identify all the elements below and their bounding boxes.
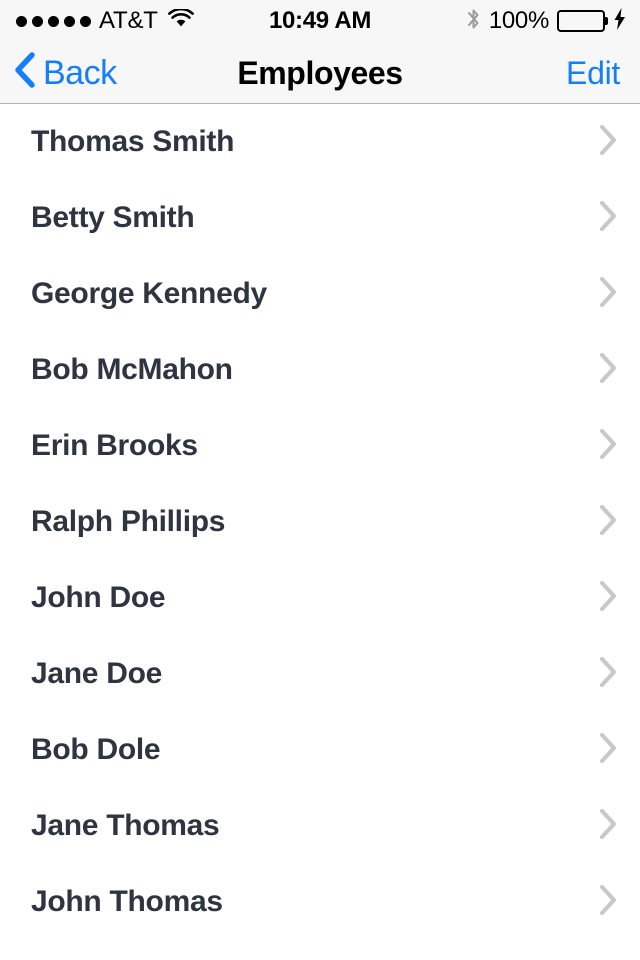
table-row[interactable]: Bob Dole — [0, 712, 640, 788]
phone-screen: AT&T 10:49 AM 100% Back Employees Edit T… — [0, 0, 640, 960]
table-row[interactable]: Bob McMahon — [0, 332, 640, 408]
edit-button[interactable]: Edit — [566, 57, 640, 89]
cellular-signal-dots-icon — [16, 15, 91, 27]
wifi-icon — [167, 7, 194, 34]
employee-name: Bob McMahon — [31, 353, 233, 386]
chevron-right-icon — [598, 276, 618, 313]
status-bar-left: AT&T — [16, 7, 194, 34]
back-button-label: Back — [43, 53, 117, 92]
battery-percentage-label: 100% — [488, 7, 549, 34]
chevron-right-icon — [598, 124, 618, 161]
employee-name: Erin Brooks — [31, 429, 198, 462]
clock-label: 10:49 AM — [268, 7, 372, 34]
status-bar: AT&T 10:49 AM 100% — [0, 0, 640, 42]
chevron-right-icon — [598, 732, 618, 769]
table-row[interactable]: George Kennedy — [0, 256, 640, 332]
chevron-right-icon — [598, 884, 618, 921]
chevron-right-icon — [598, 200, 618, 237]
table-row[interactable]: Erin Brooks — [0, 408, 640, 484]
table-row[interactable]: John Doe — [0, 560, 640, 636]
bluetooth-icon — [466, 7, 481, 36]
employee-name: Bob Dole — [31, 733, 161, 766]
employee-name: Jane Thomas — [31, 809, 220, 842]
lightning-bolt-icon — [614, 7, 626, 35]
status-bar-right: 100% — [466, 7, 626, 36]
carrier-label: AT&T — [99, 7, 158, 34]
employee-name: George Kennedy — [31, 277, 267, 310]
chevron-right-icon — [598, 656, 618, 693]
employee-name: Jane Doe — [31, 657, 162, 690]
chevron-right-icon — [598, 504, 618, 541]
page-title: Employees — [237, 54, 403, 91]
navigation-bar: Back Employees Edit — [0, 42, 640, 104]
employee-name: Thomas Smith — [31, 125, 235, 158]
employee-name: Betty Smith — [31, 201, 195, 234]
chevron-right-icon — [598, 428, 618, 465]
table-row[interactable]: John Thomas — [0, 864, 640, 940]
chevron-right-icon — [598, 808, 618, 845]
table-row[interactable]: Jane Doe — [0, 636, 640, 712]
back-button[interactable]: Back — [0, 52, 117, 93]
employee-name: Ralph Phillips — [31, 505, 226, 538]
chevron-right-icon — [598, 580, 618, 617]
table-row[interactable]: Thomas Smith — [0, 104, 640, 180]
chevron-left-icon — [14, 52, 36, 93]
table-row[interactable]: Ralph Phillips — [0, 484, 640, 560]
employee-name: John Thomas — [31, 885, 223, 918]
employee-name: John Doe — [31, 581, 166, 614]
table-row[interactable]: Jane Thomas — [0, 788, 640, 864]
table-row[interactable]: Betty Smith — [0, 180, 640, 256]
battery-icon — [557, 10, 608, 32]
employee-list: Thomas Smith Betty Smith George Kennedy … — [0, 104, 640, 960]
chevron-right-icon — [598, 352, 618, 389]
